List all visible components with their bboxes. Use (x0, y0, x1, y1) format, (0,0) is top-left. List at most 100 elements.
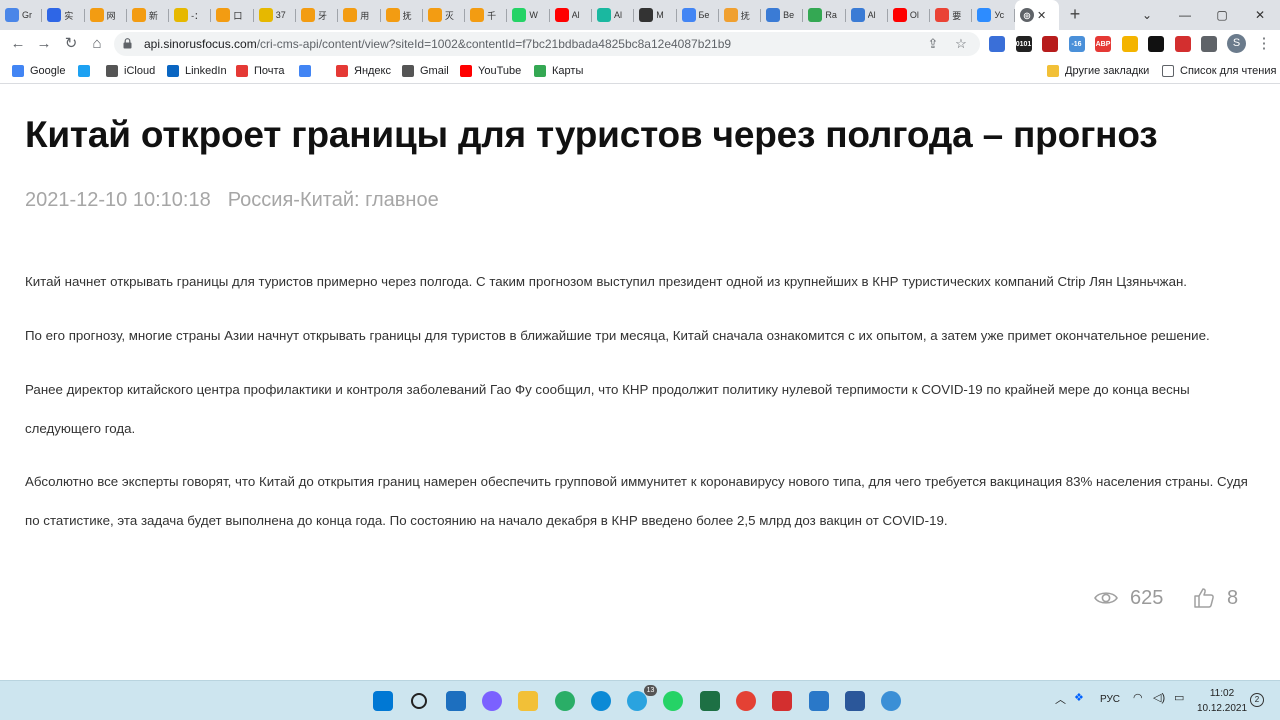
word-taskbar-button[interactable] (841, 687, 869, 715)
tab-label: 千 (487, 10, 497, 21)
wechat-taskbar-button[interactable] (551, 687, 579, 715)
browser-tab[interactable]: 牙 (296, 0, 339, 30)
extension-shield-icon[interactable] (1042, 36, 1058, 52)
browser-tab[interactable]: Ве (761, 0, 804, 30)
globe-app-taskbar-button[interactable] (877, 687, 905, 715)
file-explorer-taskbar-button[interactable] (514, 687, 542, 715)
extension-pdf-icon[interactable] (1174, 36, 1191, 52)
wifi-icon[interactable]: ◠ (1133, 691, 1143, 704)
extensions-puzzle-icon[interactable] (1201, 36, 1217, 52)
profile-avatar[interactable]: S (1227, 34, 1246, 53)
article-category[interactable]: Россия-Китай: главное (228, 189, 439, 211)
bookmark-item[interactable]: Яндекс (336, 63, 391, 79)
active-tab[interactable]: ◎ ✕ (1015, 0, 1059, 30)
extension-grid-icon[interactable] (989, 36, 1005, 52)
menu-icon[interactable]: ⋮ (1254, 34, 1274, 54)
language-indicator[interactable]: РУС (1100, 694, 1120, 705)
extension-weather-icon[interactable]: -16 (1068, 36, 1085, 52)
browser-tab[interactable]: 口 (211, 0, 254, 30)
browser-tab[interactable]: -： (169, 0, 212, 30)
extension-binary-icon[interactable]: 0101 (1015, 36, 1032, 52)
browser-tab[interactable]: 实 (42, 0, 85, 30)
browser-tab[interactable]: 新 (127, 0, 170, 30)
browser-tab[interactable]: 网 (85, 0, 127, 30)
browser-tab[interactable]: Ra (803, 0, 846, 30)
task-view-taskbar-button[interactable] (442, 687, 470, 715)
reload-button[interactable]: ↻ (61, 34, 81, 54)
bookmark-item[interactable]: Карты (534, 63, 583, 79)
bookmark-item[interactable]: iCloud (106, 63, 155, 79)
tab-label: M (656, 10, 664, 20)
excel-taskbar-button[interactable] (696, 687, 724, 715)
browser-tab[interactable]: Al (550, 0, 592, 30)
tab-label: -： (191, 10, 204, 21)
dropbox-icon[interactable]: ❖ (1074, 691, 1084, 704)
bookmark-item[interactable]: Почта (236, 63, 285, 79)
share-icon[interactable]: ⇪ (924, 35, 942, 53)
bookmark-item[interactable]: LinkedIn (167, 63, 227, 79)
battery-icon[interactable]: ▭ (1174, 691, 1184, 704)
home-button[interactable]: ⌂ (87, 34, 107, 54)
eye-icon (1094, 592, 1118, 604)
tab-icon (470, 8, 485, 22)
browser-tab[interactable]: 抚 (719, 0, 762, 30)
bookmark-star-icon[interactable]: ☆ (952, 35, 970, 53)
forward-button[interactable]: → (34, 34, 54, 54)
windows-start-icon (373, 691, 393, 711)
notification-badge[interactable]: 2 (1250, 693, 1264, 707)
browser-tab[interactable]: Ус (972, 0, 1015, 30)
windows-start-taskbar-button[interactable] (369, 687, 397, 715)
browser-tab[interactable]: Al (846, 0, 888, 30)
close-window-button[interactable]: ✕ (1249, 5, 1271, 25)
reading-list[interactable]: Список для чтения (1162, 63, 1276, 79)
tab-label: 实 (64, 10, 74, 21)
bookmark-label: Яндекс (354, 65, 391, 77)
extension-yellow-icon[interactable] (1121, 36, 1138, 52)
back-button[interactable]: ← (8, 34, 28, 54)
clock[interactable]: 11:02 10.12.2021 (1196, 686, 1248, 716)
like-button[interactable]: 8 (1193, 585, 1238, 611)
bookmark-item[interactable] (299, 63, 317, 79)
minimize-button[interactable]: — (1174, 5, 1196, 25)
show-hidden-icons[interactable]: ︿ (1055, 691, 1066, 707)
app-taskbar-button[interactable] (805, 687, 833, 715)
browser-tab[interactable]: Al (592, 0, 635, 30)
browser-tab[interactable]: Ol (888, 0, 931, 30)
edge-taskbar-button[interactable] (587, 687, 615, 715)
bookmark-item[interactable]: YouTube (460, 63, 521, 79)
acrobat-taskbar-button[interactable] (768, 687, 796, 715)
browser-tab[interactable]: M (634, 0, 677, 30)
google-docs-icon (5, 8, 19, 22)
other-bookmarks[interactable]: Другие закладки (1047, 63, 1149, 79)
chrome-taskbar-button[interactable] (732, 687, 760, 715)
screen: { "browser": { "tabs": [ {"label": "Gr",… (0, 0, 1280, 720)
views-counter: 625 (1094, 585, 1163, 611)
browser-tab[interactable]: 灭 (423, 0, 466, 30)
browser-tab[interactable]: W (507, 0, 550, 30)
maximize-button[interactable]: ▢ (1211, 5, 1233, 25)
extension-black-icon[interactable] (1148, 36, 1164, 52)
chat-taskbar-button[interactable] (478, 687, 506, 715)
extension-adblock-icon[interactable]: ABP (1095, 36, 1111, 52)
whatsapp-taskbar-button[interactable] (659, 687, 687, 715)
bookmark-label: YouTube (478, 65, 522, 77)
browser-tab[interactable]: 用 (338, 0, 381, 30)
browser-tab[interactable]: 抚 (381, 0, 423, 30)
volume-icon[interactable]: ◁) (1153, 691, 1165, 704)
whatsapp-icon (663, 691, 684, 711)
browser-tab[interactable]: Бе (677, 0, 719, 30)
bookmark-item[interactable]: Gmail (402, 63, 449, 79)
browser-tab[interactable]: Gr (0, 0, 43, 30)
bookmark-item[interactable]: Google (12, 63, 65, 79)
browser-tab[interactable]: 要 (930, 0, 973, 30)
address-bar[interactable]: api.sinorusfocus.com/cri-cms-api/content… (114, 32, 980, 56)
bookmark-item[interactable] (78, 63, 96, 79)
tab-search-icon[interactable]: ⌄ (1136, 5, 1158, 25)
close-tab-icon[interactable]: ✕ (1037, 9, 1046, 22)
new-tab-button[interactable]: + (1064, 4, 1086, 26)
url-text[interactable]: api.sinorusfocus.com/cri-cms-api/content… (144, 37, 731, 51)
reading-list-label: Список для чтения (1180, 65, 1277, 77)
search-taskbar-button[interactable] (405, 687, 433, 715)
browser-tab[interactable]: 37 (254, 0, 296, 30)
browser-tab[interactable]: 千 (465, 0, 508, 30)
